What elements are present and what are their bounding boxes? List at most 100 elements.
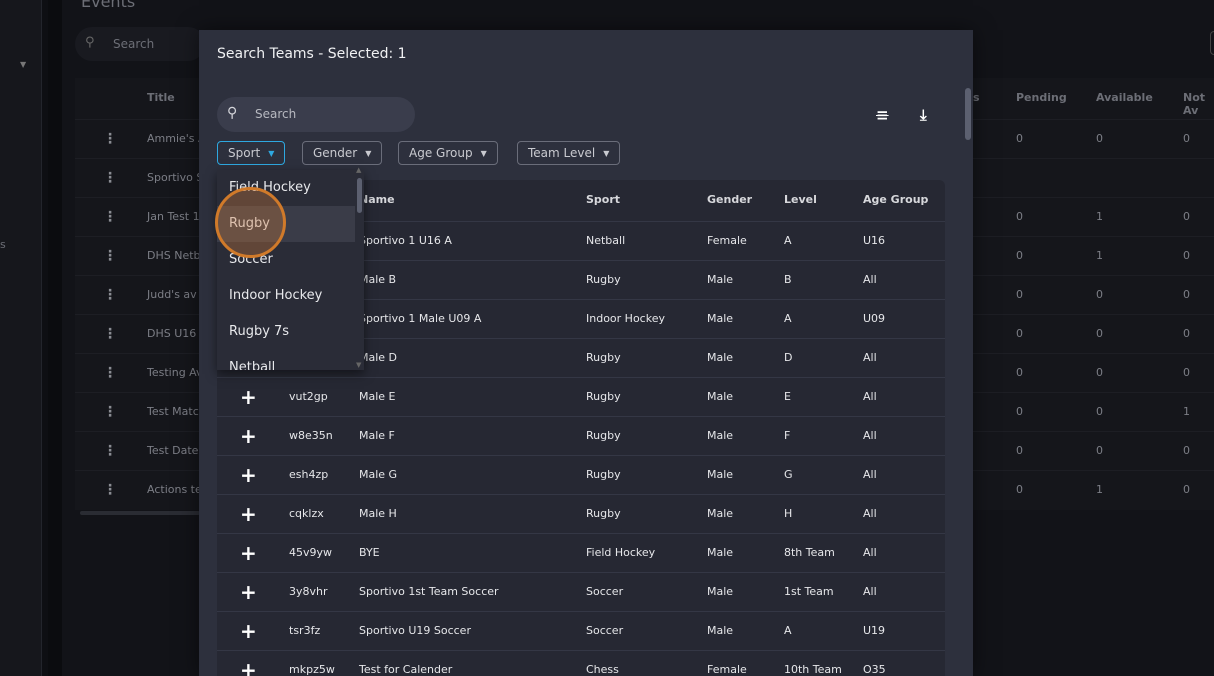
more-options-icon[interactable]: ⋮	[103, 444, 117, 458]
more-options-icon[interactable]: ⋮	[103, 210, 117, 224]
team-name: Male H	[359, 507, 397, 520]
filter-sport[interactable]: Sport ▼	[217, 141, 286, 165]
more-options-icon[interactable]: ⋮	[103, 327, 117, 341]
horizontal-scrollbar[interactable]	[80, 511, 200, 515]
click-indicator	[215, 187, 286, 258]
add-team-icon[interactable]: +	[240, 463, 257, 487]
add-team-icon[interactable]: +	[240, 619, 257, 643]
team-row[interactable]: + tsr3fz Sportivo U19 Soccer Soccer Male A U19	[217, 611, 945, 650]
event-title: Test Matc	[147, 405, 199, 418]
filter-age-group[interactable]: Age Group ▼	[398, 141, 498, 165]
team-row[interactable]: + vut2gp Male E Rugby Male E All	[217, 377, 945, 416]
team-age: O35	[863, 663, 886, 676]
filter-off-icon[interactable]: ≡	[876, 106, 889, 124]
team-sport: Field Hockey	[586, 546, 656, 559]
team-gender: Male	[707, 312, 734, 325]
more-options-icon[interactable]: ⋮	[103, 288, 117, 302]
dropdown-scrollbar[interactable]	[357, 178, 362, 213]
team-level: B	[784, 273, 792, 286]
event-not-available: 0	[1183, 132, 1190, 145]
event-not-available: 0	[1183, 327, 1190, 340]
add-team-icon[interactable]: +	[240, 541, 257, 565]
col-name: Name	[359, 193, 395, 206]
team-name: Male G	[359, 468, 398, 481]
team-name: Male F	[359, 429, 395, 442]
event-pending: 0	[1016, 444, 1023, 457]
col-pending: Pending	[1016, 91, 1067, 104]
team-search-input[interactable]: ⚲ Search	[217, 97, 415, 132]
filter-label: Team Level	[528, 146, 596, 160]
team-row[interactable]: + cqklzx Male H Rugby Male H All	[217, 494, 945, 533]
team-gender: Male	[707, 546, 734, 559]
col-sport: Sport	[586, 193, 621, 206]
add-team-icon[interactable]: +	[240, 580, 257, 604]
team-sport: Rugby	[586, 507, 621, 520]
search-placeholder: Search	[255, 107, 297, 121]
more-options-icon[interactable]: ⋮	[103, 171, 117, 185]
modal-title: Search Teams - Selected: 1	[217, 46, 407, 62]
chevron-down-icon[interactable]: ▼	[20, 60, 26, 69]
event-title: Ammie's A	[147, 132, 206, 145]
dropdown-option[interactable]: Rugby 7s	[217, 314, 355, 350]
team-sport: Rugby	[586, 468, 621, 481]
filter-label: Sport	[228, 146, 261, 160]
add-team-icon[interactable]: +	[240, 502, 257, 526]
more-options-icon[interactable]: ⋮	[103, 405, 117, 419]
team-gender: Male	[707, 468, 734, 481]
team-gender: Male	[707, 429, 734, 442]
dropdown-option[interactable]: Netball	[217, 350, 355, 370]
event-available: 1	[1096, 483, 1103, 496]
team-sport: Soccer	[586, 624, 624, 637]
col-gender: Gender	[707, 193, 753, 206]
team-sport: Rugby	[586, 351, 621, 364]
modal-scrollbar[interactable]	[965, 88, 971, 140]
scroll-up-icon[interactable]: ▲	[356, 166, 361, 174]
event-title: Actions te	[147, 483, 202, 496]
add-team-icon[interactable]: +	[240, 385, 257, 409]
event-pending: 0	[1016, 483, 1023, 496]
partial-button[interactable]	[1210, 31, 1214, 55]
event-not-available: 0	[1183, 210, 1190, 223]
team-gender: Male	[707, 507, 734, 520]
more-options-icon[interactable]: ⋮	[103, 249, 117, 263]
event-not-available: 0	[1183, 249, 1190, 262]
team-row[interactable]: +45v9yw BYE Field Hockey Male 8th Team All	[217, 533, 945, 572]
add-team-icon[interactable]: +	[240, 658, 257, 676]
event-available: 1	[1096, 249, 1103, 262]
team-level: 8th Team	[784, 546, 835, 559]
scroll-down-icon[interactable]: ▼	[356, 361, 361, 369]
col-level: Level	[784, 193, 817, 206]
page-title: Events	[81, 0, 136, 11]
caret-down-icon: ▼	[480, 149, 487, 158]
caret-down-icon: ▼	[365, 149, 372, 158]
team-name: BYE	[359, 546, 380, 559]
team-level: H	[784, 507, 793, 520]
more-options-icon[interactable]: ⋮	[103, 132, 117, 146]
team-level: 10th Team	[784, 663, 842, 676]
col-title: Title	[147, 91, 175, 104]
add-team-icon[interactable]: +	[240, 424, 257, 448]
team-gender: Female	[707, 234, 747, 247]
team-sport: Indoor Hockey	[586, 312, 665, 325]
team-row[interactable]: + w8e35n Male F Rugby Male F All	[217, 416, 945, 455]
filter-team-level[interactable]: Team Level ▼	[517, 141, 621, 165]
team-code: cqklzx	[289, 507, 324, 520]
sidebar-partial-text: s	[0, 238, 6, 251]
more-options-icon[interactable]: ⋮	[103, 483, 117, 497]
team-name: Sportivo 1st Team Soccer	[359, 585, 499, 598]
team-row[interactable]: +3y8vhr Sportivo 1st Team Soccer Soccer Mal…	[217, 572, 945, 611]
team-row[interactable]: + esh4zp Male G Rugby Male G All	[217, 455, 945, 494]
filter-gender[interactable]: Gender ▼	[302, 141, 383, 165]
event-pending: 0	[1016, 132, 1023, 145]
team-level: 1st Team	[784, 585, 834, 598]
events-search-input[interactable]: ⚲ Search	[75, 27, 205, 61]
sidebar: ▼ s	[0, 0, 42, 676]
event-pending: 0	[1016, 249, 1023, 262]
dropdown-option[interactable]: Indoor Hockey	[217, 278, 355, 314]
team-name: Male D	[359, 351, 398, 364]
more-options-icon[interactable]: ⋮	[103, 366, 117, 380]
event-available: 1	[1096, 210, 1103, 223]
event-title: Testing Av	[147, 366, 203, 379]
team-row[interactable]: + mkpz5w Test for Calender Chess Female 10th …	[217, 650, 945, 676]
download-icon[interactable]: ⤓	[920, 106, 927, 124]
